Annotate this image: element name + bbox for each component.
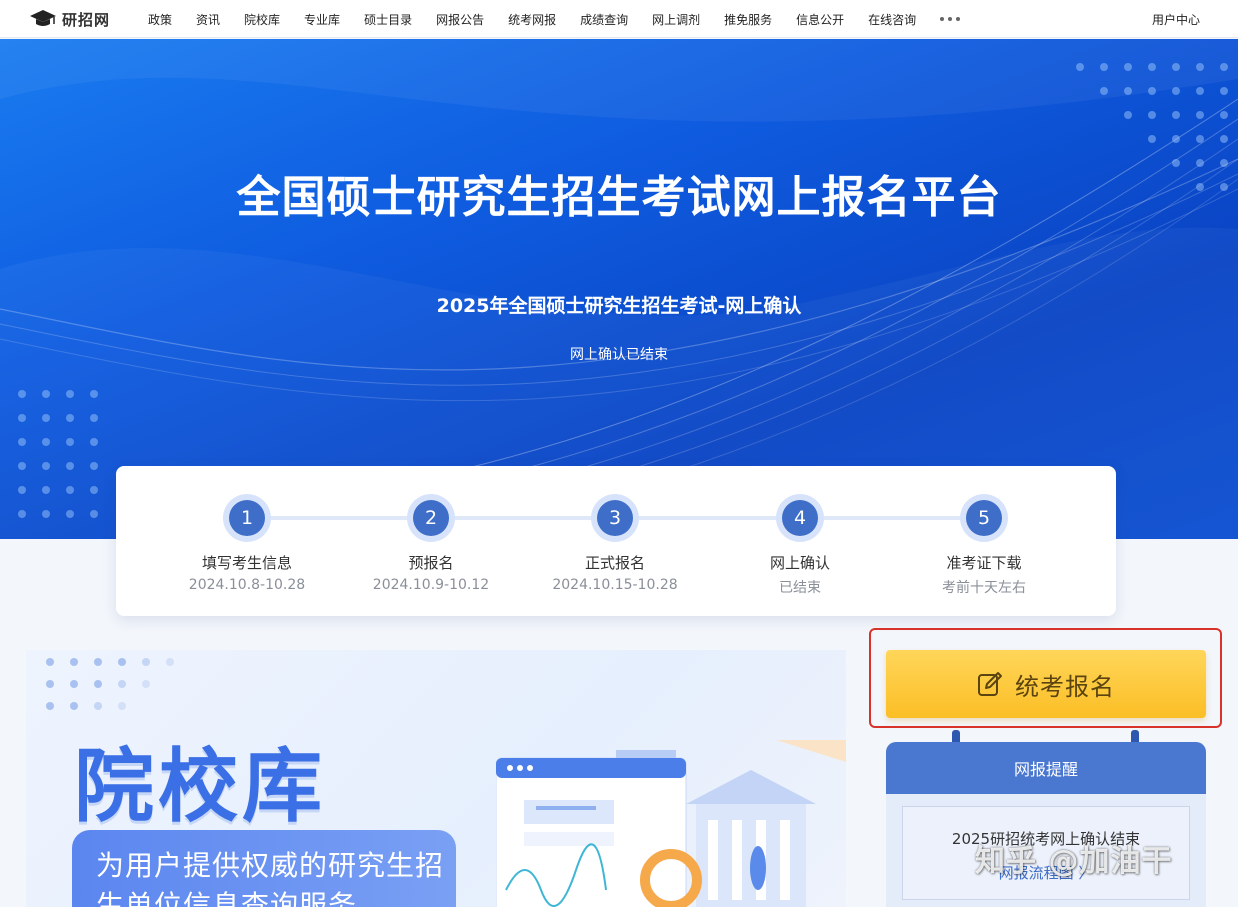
hero-banner: 全国硕士研究生招生考试网上报名平台 2025年全国硕士研究生招生考试-网上确认 … xyxy=(0,39,1238,539)
nav-master-catalog[interactable]: 硕士目录 xyxy=(364,11,412,28)
nav-online-consult[interactable]: 在线咨询 xyxy=(868,11,916,28)
step-number-badge: 5 xyxy=(960,494,1008,542)
registration-reminder-panel: 网报提醒 2025研招统考网上确认结束 网报流程图 〉 xyxy=(886,742,1206,907)
step-item: 2 预报名 2024.10.9-10.12 xyxy=(331,494,531,593)
watermark-text: 知乎 @加油干 xyxy=(975,844,1173,879)
user-center-link[interactable]: 用户中心 xyxy=(1152,11,1200,28)
step-date: 2024.10.8-10.28 xyxy=(188,577,306,593)
nav-major-library[interactable]: 专业库 xyxy=(304,11,340,28)
step-number: 2 xyxy=(413,500,449,536)
step-name: 填写考生信息 xyxy=(201,554,292,572)
graduation-cap-icon xyxy=(30,10,56,26)
nav-info-disclosure[interactable]: 信息公开 xyxy=(796,11,844,28)
school-library-banner[interactable]: 院校库 为用户提供权威的研究生招生单位信息查询服务 xyxy=(26,650,846,907)
top-navbar: 研招网 政策 资讯 院校库 专业库 硕士目录 网报公告 统考网报 成绩查询 网上… xyxy=(0,0,1238,38)
reminder-title: 网报提醒 xyxy=(886,742,1206,794)
nav-news[interactable]: 资讯 xyxy=(196,11,220,28)
decorative-dots xyxy=(46,658,174,710)
hero-wave-background xyxy=(0,39,1238,539)
step-date: 已结束 xyxy=(779,580,821,596)
school-building-illustration xyxy=(496,740,846,907)
step-date: 考前十天左右 xyxy=(942,580,1026,596)
exam-registration-label: 统考报名 xyxy=(1015,672,1115,701)
step-number-badge: 2 xyxy=(407,494,455,542)
step-name: 网上确认 xyxy=(769,554,830,572)
step-number: 1 xyxy=(229,500,265,536)
nav-online-adjustment[interactable]: 网上调剂 xyxy=(652,11,700,28)
step-item: 5 准考证下载 考前十天左右 xyxy=(884,494,1084,597)
nav-recommendation-service[interactable]: 推免服务 xyxy=(724,11,772,28)
step-item: 4 网上确认 已结束 xyxy=(700,494,900,597)
site-logo[interactable]: 研招网 xyxy=(28,6,110,32)
step-name: 预报名 xyxy=(408,554,454,572)
hero-status-text: 网上确认已结束 xyxy=(570,347,668,363)
nav-score-query[interactable]: 成绩查询 xyxy=(580,11,628,28)
registration-steps-card: 1 填写考生信息 2024.10.8-10.28 2 预报名 2024.10.9… xyxy=(116,466,1116,616)
step-name: 正式报名 xyxy=(584,554,645,572)
main-nav: 政策 资讯 院校库 专业库 硕士目录 网报公告 统考网报 成绩查询 网上调剂 推… xyxy=(148,0,961,38)
school-library-description: 为用户提供权威的研究生招生单位信息查询服务 xyxy=(96,849,445,907)
step-name: 准考证下载 xyxy=(946,554,1022,572)
logo-text: 研招网 xyxy=(62,10,111,29)
edit-icon xyxy=(978,672,1002,696)
step-number-badge: 4 xyxy=(776,494,824,542)
nav-school-library[interactable]: 院校库 xyxy=(244,11,280,28)
nav-registration-notice[interactable]: 网报公告 xyxy=(436,11,484,28)
step-number: 3 xyxy=(597,500,633,536)
nav-exam-registration[interactable]: 统考网报 xyxy=(508,11,556,28)
hero-subtitle: 2025年全国硕士研究生招生考试-网上确认 xyxy=(436,295,802,317)
more-menu-icon[interactable] xyxy=(940,13,961,25)
step-item: 1 填写考生信息 2024.10.8-10.28 xyxy=(147,494,347,593)
step-number-badge: 1 xyxy=(223,494,271,542)
nav-policy[interactable]: 政策 xyxy=(148,11,172,28)
hero-title: 全国硕士研究生招生考试网上报名平台 xyxy=(236,172,1002,223)
exam-registration-button[interactable]: 统考报名 xyxy=(886,650,1206,718)
step-number: 4 xyxy=(782,500,818,536)
step-item: 3 正式报名 2024.10.15-10.28 xyxy=(515,494,715,593)
school-library-title: 院校库 xyxy=(74,740,326,833)
step-number: 5 xyxy=(966,500,1002,536)
step-number-badge: 3 xyxy=(591,494,639,542)
step-date: 2024.10.9-10.12 xyxy=(372,577,490,593)
step-date: 2024.10.15-10.28 xyxy=(552,577,678,593)
